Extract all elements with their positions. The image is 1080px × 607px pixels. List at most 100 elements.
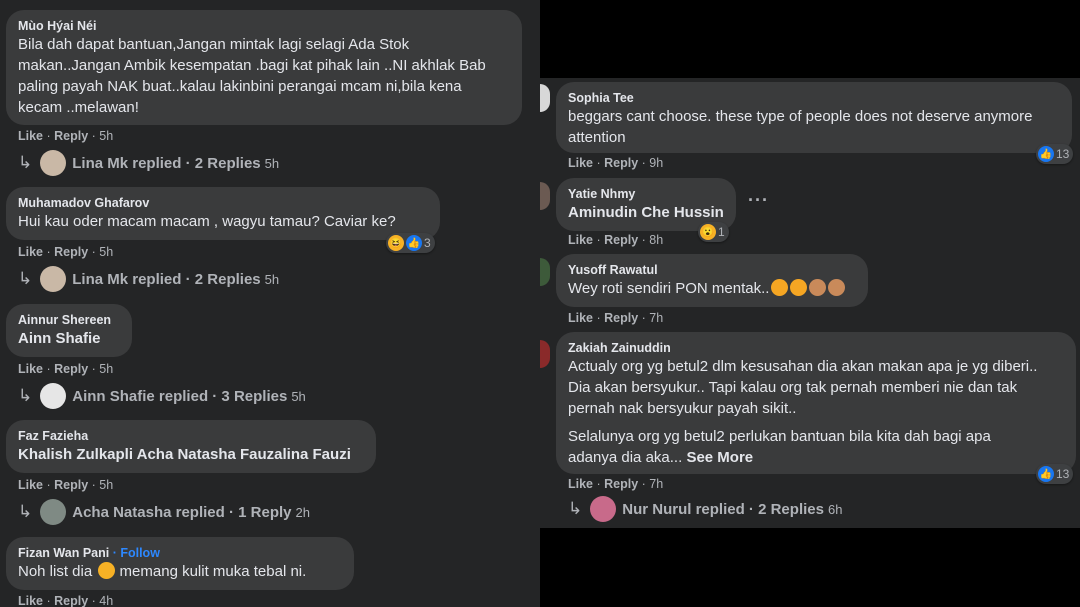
comment-bubble: Faz Fazieha Khalish Zulkapli Acha Natash… [6,420,376,473]
avatar [40,150,67,176]
reaction-count: 1 [718,225,725,239]
like-link[interactable]: Like [568,233,593,247]
tagged-name[interactable]: Ainn Shafie [18,328,120,349]
like-link[interactable]: Like [568,477,593,491]
reply-link[interactable]: Reply [604,477,638,491]
comment-line: Dia akan bersyukur.. Tapi kalau org tak … [568,379,1018,396]
replied-summary: Ainn Shafie replied · 3 Replies [72,387,288,405]
comment-bubble: Yusoff Rawatul Wey roti sendiri PON ment… [556,254,868,307]
avatar[interactable] [540,340,550,368]
reaction-count: 13 [1056,147,1070,161]
comment-line: attention [568,129,626,146]
replied-summary: Lina Mk replied · 2 Replies [72,154,261,172]
comment-time[interactable]: 4h [99,594,113,607]
comment-bubble: Mùo Hýai Néi Bila dah dapat bantuan,Jang… [6,10,522,125]
reply-link[interactable]: Reply [54,245,88,259]
follow-button[interactable]: · Follow [113,546,160,560]
reply-link[interactable]: Reply [54,594,88,607]
reply-link[interactable]: Reply [54,129,88,143]
see-more-link[interactable]: See More [686,449,753,466]
reply-arrow-icon: ↳ [18,269,33,288]
replied-time: 6h [827,501,843,517]
like-link[interactable]: Like [568,311,593,325]
comment-actions: Like · Reply · 7h [568,311,664,325]
view-replies-link[interactable]: ↳ Lina Mk replied · 2 Replies 5h [18,266,279,292]
comment-author[interactable]: Muhamadov Ghafarov [18,195,428,211]
haha-reaction-icon: 😆 [388,235,404,251]
like-link[interactable]: Like [18,362,43,376]
comment-line: kecam ..melawan! [18,99,139,116]
view-replies-link[interactable]: ↳ Lina Mk replied · 2 Replies 5h [18,150,279,176]
comment-author[interactable]: Sophia Tee [568,90,1060,106]
comment-bubble: Ainnur Shereen Ainn Shafie [6,304,132,357]
comment-time[interactable]: 7h [649,477,663,491]
comment-author[interactable]: Mùo Hýai Néi [18,18,510,34]
avatar [40,383,67,409]
comment-actions: Like · Reply · 9h [568,156,664,170]
comment-time[interactable]: 5h [99,478,113,492]
reply-link[interactable]: Reply [604,311,638,325]
like-link[interactable]: Like [568,156,593,170]
comment-time[interactable]: 8h [649,233,663,247]
avatar[interactable] [540,84,550,112]
reply-link[interactable]: Reply [604,233,638,247]
view-replies-link[interactable]: ↳ Nur Nurul replied · 2 Replies 6h [568,496,842,522]
comment-author[interactable]: Yusoff Rawatul [568,262,856,278]
like-link[interactable]: Like [18,594,43,607]
comment-actions: Like · Reply · 4h [18,594,114,607]
like-reaction-icon: 👍 [406,235,422,251]
comment-author[interactable]: Ainnur Shereen [18,312,120,328]
comment-author[interactable]: Zakiah Zainuddin [568,340,1064,356]
comment-text: Wey roti sendiri PON mentak.. [568,278,856,299]
comment-actions: Like · Reply · 5h [18,245,114,259]
comment-line: paling payah NAK buat..kalau lakinbini p… [18,78,462,95]
tagged-name[interactable]: Aminudin Che Hussin [568,202,724,223]
comment-author[interactable]: Faz Fazieha [18,428,364,444]
avatar[interactable] [540,182,550,210]
emoji-icon [771,279,789,296]
reply-link[interactable]: Reply [54,478,88,492]
comment-line: Hui kau oder macam macam , wagyu tamau? … [18,213,396,230]
reply-link[interactable]: Reply [604,156,638,170]
comment-author[interactable]: Yatie Nhmy [568,186,724,202]
avatar[interactable] [540,258,550,286]
comment-author[interactable]: Fizan Wan Pani [18,546,109,560]
comment-time[interactable]: 9h [649,156,663,170]
reply-link[interactable]: Reply [54,362,88,376]
comment-time[interactable]: 5h [99,362,113,376]
reply-arrow-icon: ↳ [18,153,33,172]
emoji-icon [828,279,846,296]
comment-time[interactable]: 5h [99,129,113,143]
replied-time: 2h [295,504,310,520]
reaction-summary[interactable]: 👍 13 [1036,144,1074,164]
like-link[interactable]: Like [18,478,43,492]
reaction-summary[interactable]: 👍 13 [1036,464,1074,484]
comment-bubble: Fizan Wan Pani · Follow Noh list dia mem… [6,537,354,590]
like-link[interactable]: Like [18,245,43,259]
comment-line: makan..Jangan Ambik kesempatan .bagi kat… [18,57,486,74]
view-replies-link[interactable]: ↳ Acha Natasha replied · 1 Reply 2h [18,499,310,525]
emoji-icon [98,562,116,579]
left-comment-panel: Mùo Hýai Néi Bila dah dapat bantuan,Jang… [0,0,540,607]
comment-text-part: adanya dia aka... [568,449,683,466]
comment-line: Actualy org yg betul2 dlm kesusahan dia … [568,358,1038,375]
like-link[interactable]: Like [18,129,43,143]
reply-arrow-icon: ↳ [568,499,583,518]
comment-line-last: adanya dia aka... See More [568,447,1064,468]
comment-actions: Like · Reply · 5h [18,478,114,492]
comment-line: Bila dah dapat bantuan,Jangan mintak lag… [18,36,410,53]
tagged-name[interactable]: Khalish Zulkapli Acha Natasha Fauzalina … [18,444,364,465]
comment-text: Noh list dia memang kulit muka tebal ni. [18,561,342,582]
reaction-summary[interactable]: 😮 1 [698,222,729,242]
comment-text-part: memang kulit muka tebal ni. [119,563,307,580]
more-options-icon[interactable]: ··· [748,190,769,211]
comment-time[interactable]: 7h [649,311,663,325]
comment-actions: Like · Reply · 5h [18,129,114,143]
comment-time[interactable]: 5h [99,245,113,259]
comment-line: Selalunya org yg betul2 perlukan bantuan… [568,428,991,445]
replied-time: 5h [264,271,280,287]
comment-actions: Like · Reply · 7h [568,477,664,491]
view-replies-link[interactable]: ↳ Ainn Shafie replied · 3 Replies 5h [18,383,306,409]
avatar [40,266,67,292]
reaction-summary[interactable]: 😆 👍 3 [386,233,435,253]
